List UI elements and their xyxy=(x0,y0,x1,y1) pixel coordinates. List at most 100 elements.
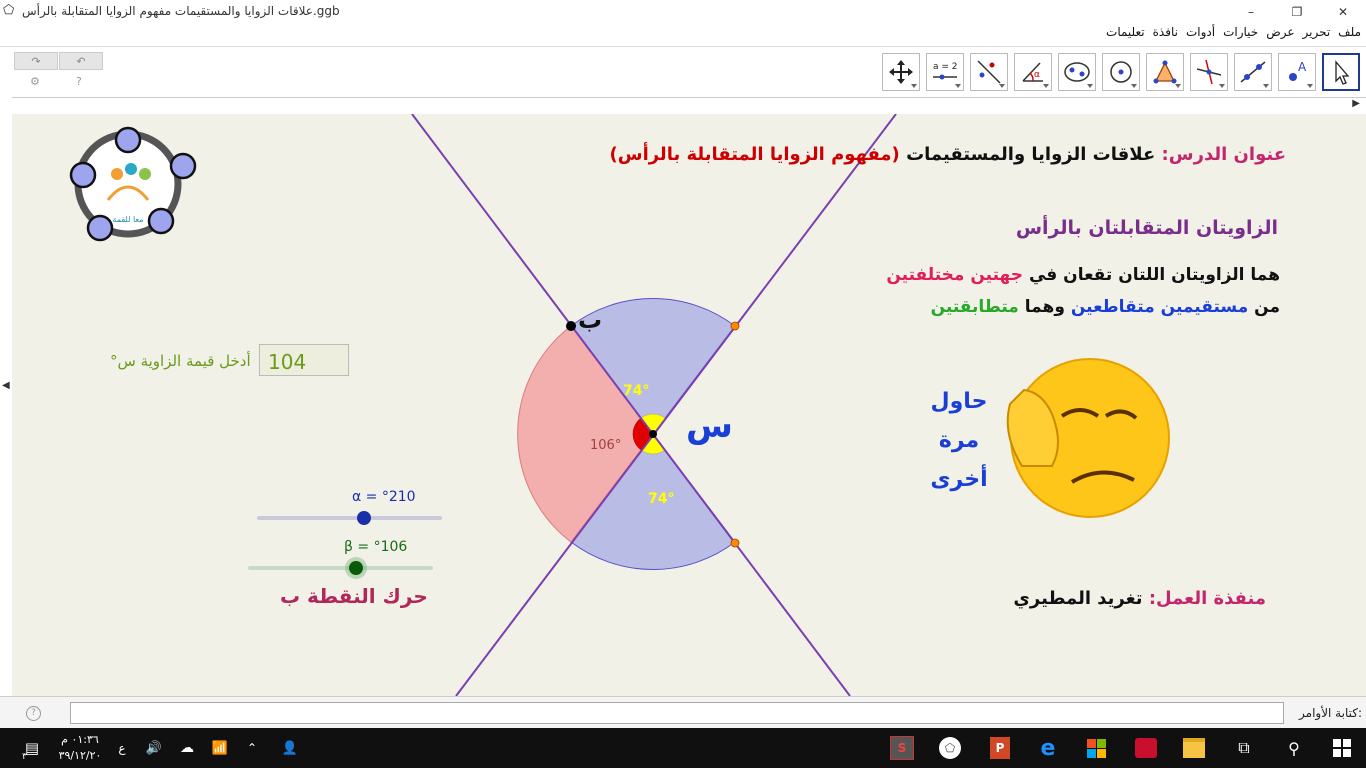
polygon-tool[interactable] xyxy=(1146,53,1184,91)
slider-icon: a = 2 xyxy=(933,62,958,80)
graphics-view-header: ▶ xyxy=(12,97,1366,113)
search-icon[interactable]: ⚲ xyxy=(1278,728,1310,768)
snagit-icon[interactable]: S xyxy=(886,728,918,768)
slider-tool[interactable]: a = 2 xyxy=(926,53,964,91)
powerpoint-icon[interactable]: P xyxy=(984,728,1016,768)
definition-line-1: هما الزاويتان اللتان تقعان في جهتين مختل… xyxy=(886,265,1280,285)
facepalm-emoji-icon xyxy=(1006,358,1170,518)
graphics-view[interactable]: 74° 74° 106° ب س معا للقمة عنوان الدرس: … xyxy=(12,114,1366,696)
menu-bar: ملف تحرير عرض خيارات أدوات نافذة تعليمات xyxy=(1105,25,1362,45)
volume-icon[interactable]: 🔊 xyxy=(144,728,164,768)
title-bar: ⬠ علاقات الزوايا والمستقيمات مفهوم الزوا… xyxy=(0,0,1366,24)
undo-icon: ↶ xyxy=(76,54,86,68)
geogebra-app-icon: ⬠ xyxy=(3,3,15,18)
slider-beta-handle[interactable] xyxy=(349,561,363,575)
def-word-congruent: متطابقتين xyxy=(930,297,1019,317)
people-icon[interactable]: 👤 xyxy=(280,728,300,768)
reflect-line-icon xyxy=(977,60,1001,84)
menu-tools[interactable]: أدوات xyxy=(1185,25,1216,45)
try-again-line-1: حاول xyxy=(930,389,988,414)
line-tool[interactable] xyxy=(1234,53,1272,91)
settings-gear-icon[interactable]: ⚙ xyxy=(30,75,40,88)
ellipse-tool[interactable] xyxy=(1058,53,1096,91)
slider-alpha-handle[interactable] xyxy=(357,511,371,525)
notification-icon: ▤ xyxy=(24,739,40,757)
command-bar: ? كتابة الأوامر: xyxy=(0,696,1366,729)
acrobat-icon[interactable] xyxy=(1130,728,1162,768)
move-graphics-view-icon xyxy=(889,60,913,84)
orange-point-bottom[interactable] xyxy=(730,538,740,548)
ellipse-icon xyxy=(1064,62,1090,82)
minimize-button[interactable]: – xyxy=(1228,0,1274,24)
lesson-title-row: عنوان الدرس: علاقات الزوايا والمستقيمات … xyxy=(610,144,1287,165)
menu-edit[interactable]: تحرير xyxy=(1302,25,1332,45)
undo-button[interactable]: ↶ xyxy=(59,52,103,70)
window-controls: – ❐ ✕ xyxy=(1228,0,1366,24)
polygon-icon xyxy=(1153,60,1177,84)
notification-button[interactable]: ▤ ٣ xyxy=(18,728,46,768)
menu-file[interactable]: ملف xyxy=(1337,25,1362,45)
definition-line-2: من مستقيمين متقاطعين وهما متطابقتين xyxy=(931,297,1280,317)
slider-alpha[interactable] xyxy=(257,511,442,525)
store-icon[interactable] xyxy=(1080,728,1112,768)
lesson-subtitle: (مفهوم الزوايا المتقابلة بالرأس) xyxy=(609,144,900,165)
move-point-hint: حرك النقطة ب xyxy=(280,584,428,608)
perpendicular-line-icon xyxy=(1196,59,1222,85)
redo-button[interactable]: ↷ xyxy=(14,52,58,70)
try-again-line-2: مرة xyxy=(938,428,980,453)
def-word-intersecting-lines: مستقيمين متقاطعين xyxy=(1070,297,1249,317)
toolbar: ↷ ↶ ⚙ ? A α a = 2 xyxy=(0,46,1366,97)
circle-tool[interactable] xyxy=(1102,53,1140,91)
reflect-tool[interactable] xyxy=(970,53,1008,91)
angle-input-label: أدخل قيمة الزاوية س° xyxy=(110,352,251,370)
toolbar-help-icon[interactable]: ? xyxy=(76,75,82,88)
expand-arrow-icon[interactable]: ▶ xyxy=(1352,98,1360,109)
onedrive-icon[interactable]: ☁ xyxy=(176,728,198,768)
author-label: منفذة العمل: xyxy=(1148,588,1266,609)
wifi-icon[interactable]: 📶 xyxy=(210,728,230,768)
collapse-arrow-icon[interactable]: ◀ xyxy=(2,380,10,391)
edge-icon[interactable]: e xyxy=(1032,728,1064,768)
slider-beta[interactable] xyxy=(248,561,433,575)
geogebra-icon[interactable]: ⬠ xyxy=(934,728,966,768)
menu-view[interactable]: عرض xyxy=(1265,25,1295,45)
menu-help[interactable]: تعليمات xyxy=(1105,25,1146,45)
point-b[interactable] xyxy=(566,321,576,331)
show-hidden-icons-icon[interactable]: ⌃ xyxy=(242,728,262,768)
vertex-label: س xyxy=(686,406,733,446)
line-1[interactable] xyxy=(411,114,851,696)
command-label: كتابة الأوامر: xyxy=(1299,706,1362,720)
input-label-text: أدخل قيمة الزاوية س xyxy=(117,352,251,370)
file-explorer-icon[interactable] xyxy=(1178,728,1210,768)
orange-point-top[interactable] xyxy=(730,321,740,331)
window-title: علاقات الزوايا والمستقيمات مفهوم الزوايا… xyxy=(22,4,340,18)
lesson-label: عنوان الدرس: xyxy=(1161,144,1286,165)
point-tool[interactable]: A xyxy=(1278,53,1316,91)
maximize-button[interactable]: ❐ xyxy=(1274,0,1320,24)
command-input[interactable] xyxy=(70,702,1284,724)
menu-window[interactable]: نافذة xyxy=(1152,25,1179,45)
line-through-two-points-icon xyxy=(1240,61,1266,83)
language-indicator[interactable]: ع xyxy=(112,728,132,768)
clock[interactable]: ٠١:٣٦ م ٣٩/١٢/٢٠ xyxy=(48,732,112,764)
command-help-icon[interactable]: ? xyxy=(26,706,41,721)
angle-tool[interactable]: α xyxy=(1014,53,1052,91)
task-view-icon[interactable]: ⧉ xyxy=(1228,728,1260,768)
point-a-icon: A xyxy=(1289,60,1307,81)
try-again-text: حاول مرة أخرى xyxy=(924,382,994,499)
cursor-arrow-icon xyxy=(1335,60,1350,85)
vertex-point[interactable] xyxy=(649,430,657,438)
slider-beta-label: β = °106 xyxy=(344,539,408,555)
start-icon[interactable] xyxy=(1324,728,1360,768)
author-name: تغريد المطيري xyxy=(1013,588,1143,609)
point-b-label: ب xyxy=(578,306,602,334)
menu-options[interactable]: خيارات xyxy=(1222,25,1259,45)
svg-text:A: A xyxy=(1298,60,1307,74)
move-tool[interactable] xyxy=(1322,53,1360,91)
slider-alpha-label: α = °210 xyxy=(352,489,416,505)
angle-left-label: 106° xyxy=(590,438,621,453)
move-view-tool[interactable] xyxy=(882,53,920,91)
close-button[interactable]: ✕ xyxy=(1320,0,1366,24)
perpendicular-tool[interactable] xyxy=(1190,53,1228,91)
angle-input-field[interactable]: 104 xyxy=(259,344,349,376)
